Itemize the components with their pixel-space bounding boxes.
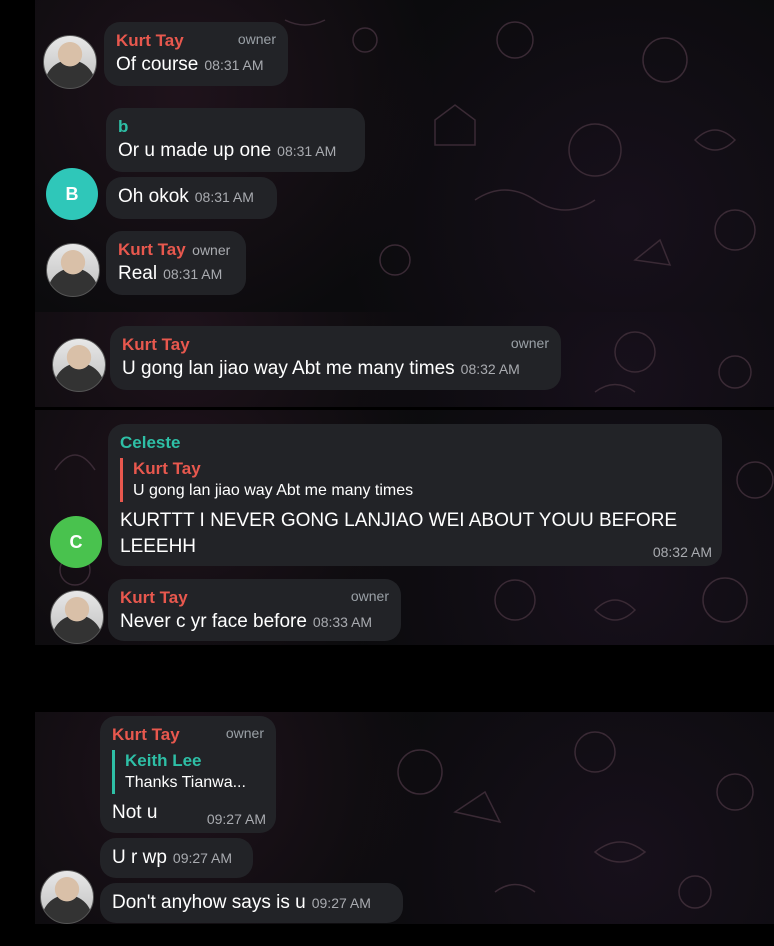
message-bubble[interactable]: Kurt Tay owner Of course 08:31 AM: [104, 22, 288, 86]
message-text: Don't anyhow says is u: [112, 892, 306, 913]
message-bubble[interactable]: Kurt Tay owner U gong lan jiao way Abt m…: [110, 326, 561, 390]
message-bubble[interactable]: Kurt Tay owner Keith Lee Thanks Tianwa..…: [100, 716, 276, 833]
message-time: 09:27 AM: [311, 895, 371, 911]
message-bubble[interactable]: U r wp 09:27 AM: [100, 838, 253, 878]
message-text: Or u made up one: [118, 140, 272, 161]
message-time: 08:31 AM: [163, 266, 223, 282]
message-bubble[interactable]: b Or u made up one 08:31 AM: [106, 108, 365, 172]
message-time: 09:27 AM: [172, 850, 233, 866]
sender-name[interactable]: Kurt Tay: [120, 587, 389, 609]
message-text: KURTTT I NEVER GONG LANJIAO WEI ABOUT YO…: [120, 510, 678, 557]
message-time: 08:32 AM: [460, 361, 520, 377]
sender-name[interactable]: Kurt Tay: [122, 334, 549, 356]
message-text: Oh okok: [118, 186, 189, 207]
owner-tag: owner: [510, 335, 549, 351]
message-bubble[interactable]: Kurt Tay owner Never c yr face before 08:…: [108, 579, 401, 641]
message-text: Not u: [112, 802, 158, 823]
message-time: 09:27 AM: [206, 811, 266, 827]
owner-tag: owner: [225, 725, 264, 741]
avatar-c[interactable]: C: [50, 516, 102, 568]
avatar-kurt-tay[interactable]: [40, 870, 94, 924]
message-time: 08:33 AM: [312, 614, 373, 630]
message-text: Of course: [116, 54, 199, 75]
message-time: 08:31 AM: [277, 143, 337, 159]
avatar-kurt-tay[interactable]: [52, 338, 106, 392]
avatar-kurt-tay[interactable]: [46, 243, 100, 297]
avatar-b[interactable]: B: [46, 168, 98, 220]
owner-tag: owner: [192, 242, 231, 258]
reply-text: U gong lan jiao way Abt me many times: [133, 482, 414, 499]
message-bubble[interactable]: Don't anyhow says is u 09:27 AM: [100, 883, 403, 923]
sender-name[interactable]: b: [118, 116, 353, 138]
message-bubble[interactable]: Celeste Kurt Tay U gong lan jiao way Abt…: [108, 424, 722, 566]
message-bubble[interactable]: Oh okok 08:31 AM: [106, 177, 277, 219]
sender-name[interactable]: Kurt Tay: [118, 240, 186, 259]
reply-quote[interactable]: Kurt Tay U gong lan jiao way Abt me many…: [120, 458, 710, 502]
message-text: Never c yr face before: [120, 611, 307, 632]
avatar-kurt-tay[interactable]: [50, 590, 104, 644]
reply-sender-name: Kurt Tay: [133, 459, 201, 478]
message-time: 08:31 AM: [194, 189, 254, 205]
message-bubble[interactable]: Kurt Tay owner Real 08:31 AM: [106, 231, 246, 295]
message-text: U gong lan jiao way Abt me many times: [122, 358, 455, 379]
message-time: 08:32 AM: [652, 544, 712, 560]
reply-quote[interactable]: Keith Lee Thanks Tianwa...: [112, 750, 264, 794]
sender-name[interactable]: Celeste: [120, 432, 710, 454]
reply-text: Thanks Tianwa...: [125, 774, 246, 791]
message-text: Real: [118, 263, 158, 284]
message-time: 08:31 AM: [204, 57, 264, 73]
owner-tag: owner: [350, 588, 389, 604]
owner-tag: owner: [237, 31, 276, 47]
reply-sender-name: Keith Lee: [125, 751, 202, 770]
avatar-kurt-tay[interactable]: [43, 35, 97, 89]
message-text: U r wp: [112, 847, 167, 868]
